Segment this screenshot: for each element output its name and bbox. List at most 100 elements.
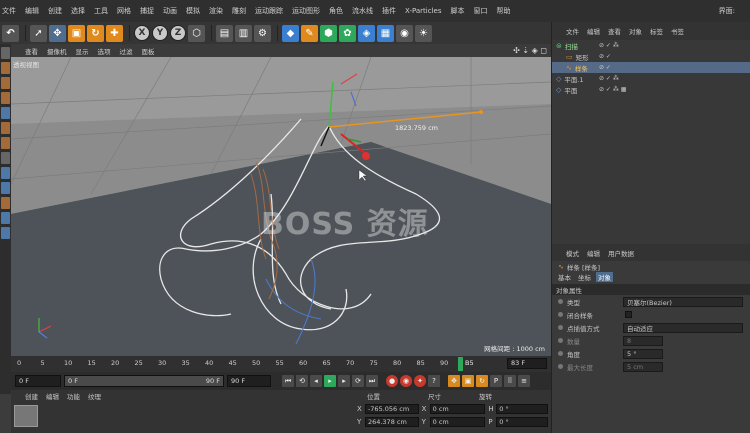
cloner-icon[interactable]: ✿	[339, 24, 356, 42]
workplane-icon[interactable]	[1, 92, 10, 104]
edges-mode-icon[interactable]	[1, 122, 10, 134]
object-menu-file[interactable]: 文件	[566, 26, 579, 36]
auto-key-icon[interactable]: ◉	[400, 375, 412, 387]
coordinate-system-icon[interactable]: ⬡	[188, 24, 205, 42]
object-row-rectangle[interactable]: ▭ 矩形 ⊘ ✓	[552, 51, 750, 62]
perspective-viewport[interactable]: 查看 摄像机 显示 选项 过滤 面板 ✣ ⇣ ◈ ◻ 透视视图 1823.759…	[11, 44, 551, 356]
object-menu-object[interactable]: 对象	[629, 26, 642, 36]
menu-mesh[interactable]: 网格	[117, 6, 131, 16]
layout-label[interactable]: 界面:	[719, 6, 735, 16]
rotation-h-field[interactable]: 0 °	[496, 403, 548, 414]
viewport-menu-options[interactable]: 选项	[98, 46, 111, 56]
attr-menu-mode[interactable]: 模式	[566, 248, 579, 258]
polygons-mode-icon[interactable]	[1, 137, 10, 149]
rotate-icon[interactable]: ↻	[87, 24, 104, 42]
animate-bullet-icon[interactable]	[558, 299, 563, 304]
max-frame-field[interactable]: 90 F	[227, 375, 271, 387]
red-axis-knob[interactable]	[362, 152, 370, 160]
object-row-plane[interactable]: ◇ 平面 ⊘ ✓ ⁂ ▦	[552, 84, 750, 95]
make-editable-icon[interactable]	[1, 47, 10, 59]
add-object-icon[interactable]: ✚	[106, 24, 123, 42]
menu-create[interactable]: 创建	[48, 6, 62, 16]
pen-spline-icon[interactable]: ✎	[301, 24, 318, 42]
object-menu-bookmarks[interactable]: 书签	[671, 26, 684, 36]
close-spline-checkbox[interactable]	[625, 311, 632, 318]
tab-object[interactable]: 对象	[596, 272, 613, 282]
tab-basic[interactable]: 基本	[556, 272, 573, 282]
menu-simulate[interactable]: 模拟	[186, 6, 200, 16]
menu-plugins[interactable]: 插件	[382, 6, 396, 16]
size-x-field[interactable]: 0 cm	[429, 403, 486, 414]
menu-tools[interactable]: 工具	[94, 6, 108, 16]
axis-mode-icon[interactable]	[1, 152, 10, 164]
animate-bullet-icon[interactable]	[558, 312, 563, 317]
light-icon[interactable]: ☀	[415, 24, 432, 42]
size-y-field[interactable]: 0 cm	[429, 416, 486, 427]
points-mode-icon[interactable]	[1, 107, 10, 119]
frame-range-slider[interactable]: 0 F 90 F	[64, 375, 224, 387]
viewport-menu-view[interactable]: 查看	[25, 46, 38, 56]
key-pla-icon[interactable]: ⠿	[504, 375, 516, 387]
menu-snap[interactable]: 捕捉	[140, 6, 154, 16]
menu-sculpt[interactable]: 雕刻	[232, 6, 246, 16]
scene-floor-icon[interactable]: ▦	[377, 24, 394, 42]
attr-menu-edit[interactable]: 编辑	[587, 248, 600, 258]
render-settings-icon[interactable]: ⚙	[254, 24, 271, 42]
render-picture-icon[interactable]: ▥	[235, 24, 252, 42]
keyframe-selection-icon[interactable]: ✦	[414, 375, 426, 387]
deformer-icon[interactable]: ◈	[358, 24, 375, 42]
animate-bullet-icon[interactable]	[558, 351, 563, 356]
material-menu-function[interactable]: 功能	[67, 391, 80, 401]
viewport-menu-panel[interactable]: 面板	[142, 46, 155, 56]
animate-bullet-icon[interactable]	[558, 338, 563, 343]
undo-icon[interactable]: ↶	[2, 24, 19, 42]
number-field[interactable]: 8	[623, 335, 663, 346]
next-frame-icon[interactable]: ▸	[338, 375, 350, 387]
menu-script[interactable]: 脚本	[450, 6, 464, 16]
animate-bullet-icon[interactable]	[558, 325, 563, 330]
timeline-ruler[interactable]: 0 5 10 15 20 25 30 35 40 45 50 55 60 65 70 75 80 85 90 B5 …	[11, 356, 551, 372]
viewport-menu-filter[interactable]: 过滤	[120, 46, 133, 56]
scale-icon[interactable]: ▣	[68, 24, 85, 42]
end-frame-field[interactable]: 83 F	[507, 358, 547, 369]
select-arrow-icon[interactable]: ➚	[30, 24, 47, 42]
object-row-sweep[interactable]: ⊜ 扫描 ⊘ ✓ ⁂	[552, 40, 750, 51]
menu-edit[interactable]: 编辑	[25, 6, 39, 16]
key-scale-icon[interactable]: ▣	[462, 375, 474, 387]
spline-type-dropdown[interactable]: 贝塞尔(Bezier)	[623, 296, 743, 307]
quantize-icon[interactable]	[1, 227, 10, 239]
timeline-playhead[interactable]	[458, 357, 463, 371]
render-view-icon[interactable]: ▤	[216, 24, 233, 42]
material-menu-create[interactable]: 创建	[25, 391, 38, 401]
menu-select[interactable]: 选择	[71, 6, 85, 16]
object-menu-tags[interactable]: 标签	[650, 26, 663, 36]
viewport-menu-display[interactable]: 显示	[76, 46, 89, 56]
menu-motion-tracking[interactable]: 运动跟踪	[255, 6, 283, 16]
texture-mode-icon[interactable]	[1, 77, 10, 89]
snap-icon[interactable]	[1, 197, 10, 209]
material-menu-texture[interactable]: 纹理	[88, 391, 101, 401]
key-rotation-icon[interactable]: ↻	[476, 375, 488, 387]
object-row-plane-1[interactable]: ◇ 平面.1 ⊘ ✓ ⁂	[552, 73, 750, 84]
menu-render[interactable]: 渲染	[209, 6, 223, 16]
max-length-field[interactable]: 5 cm	[623, 361, 663, 372]
tweak-mode-icon[interactable]	[1, 167, 10, 179]
rotation-p-field[interactable]: 0 °	[496, 416, 548, 427]
go-to-end-icon[interactable]: ⏭	[366, 375, 378, 387]
tab-coordinates[interactable]: 坐标	[576, 272, 593, 282]
object-row-spline[interactable]: ∿ 样条 ⊘ ✓	[552, 62, 750, 73]
object-menu-view[interactable]: 查看	[608, 26, 621, 36]
angle-field[interactable]: 5 °	[623, 348, 663, 359]
animate-bullet-icon[interactable]	[558, 364, 563, 369]
x-axis-knob[interactable]	[479, 110, 483, 114]
move-icon[interactable]: ✥	[49, 24, 66, 42]
menu-character[interactable]: 角色	[329, 6, 343, 16]
key-position-icon[interactable]: ✥	[448, 375, 460, 387]
menu-xparticles[interactable]: X-Particles	[405, 7, 441, 15]
position-x-field[interactable]: -765.056 cm	[364, 403, 419, 414]
menu-window[interactable]: 窗口	[473, 6, 487, 16]
viewport-menu-camera[interactable]: 摄像机	[47, 46, 67, 56]
current-frame-field[interactable]: 0 F	[15, 375, 61, 387]
cube-icon[interactable]: ◆	[282, 24, 299, 42]
camera-icon[interactable]: ◉	[396, 24, 413, 42]
